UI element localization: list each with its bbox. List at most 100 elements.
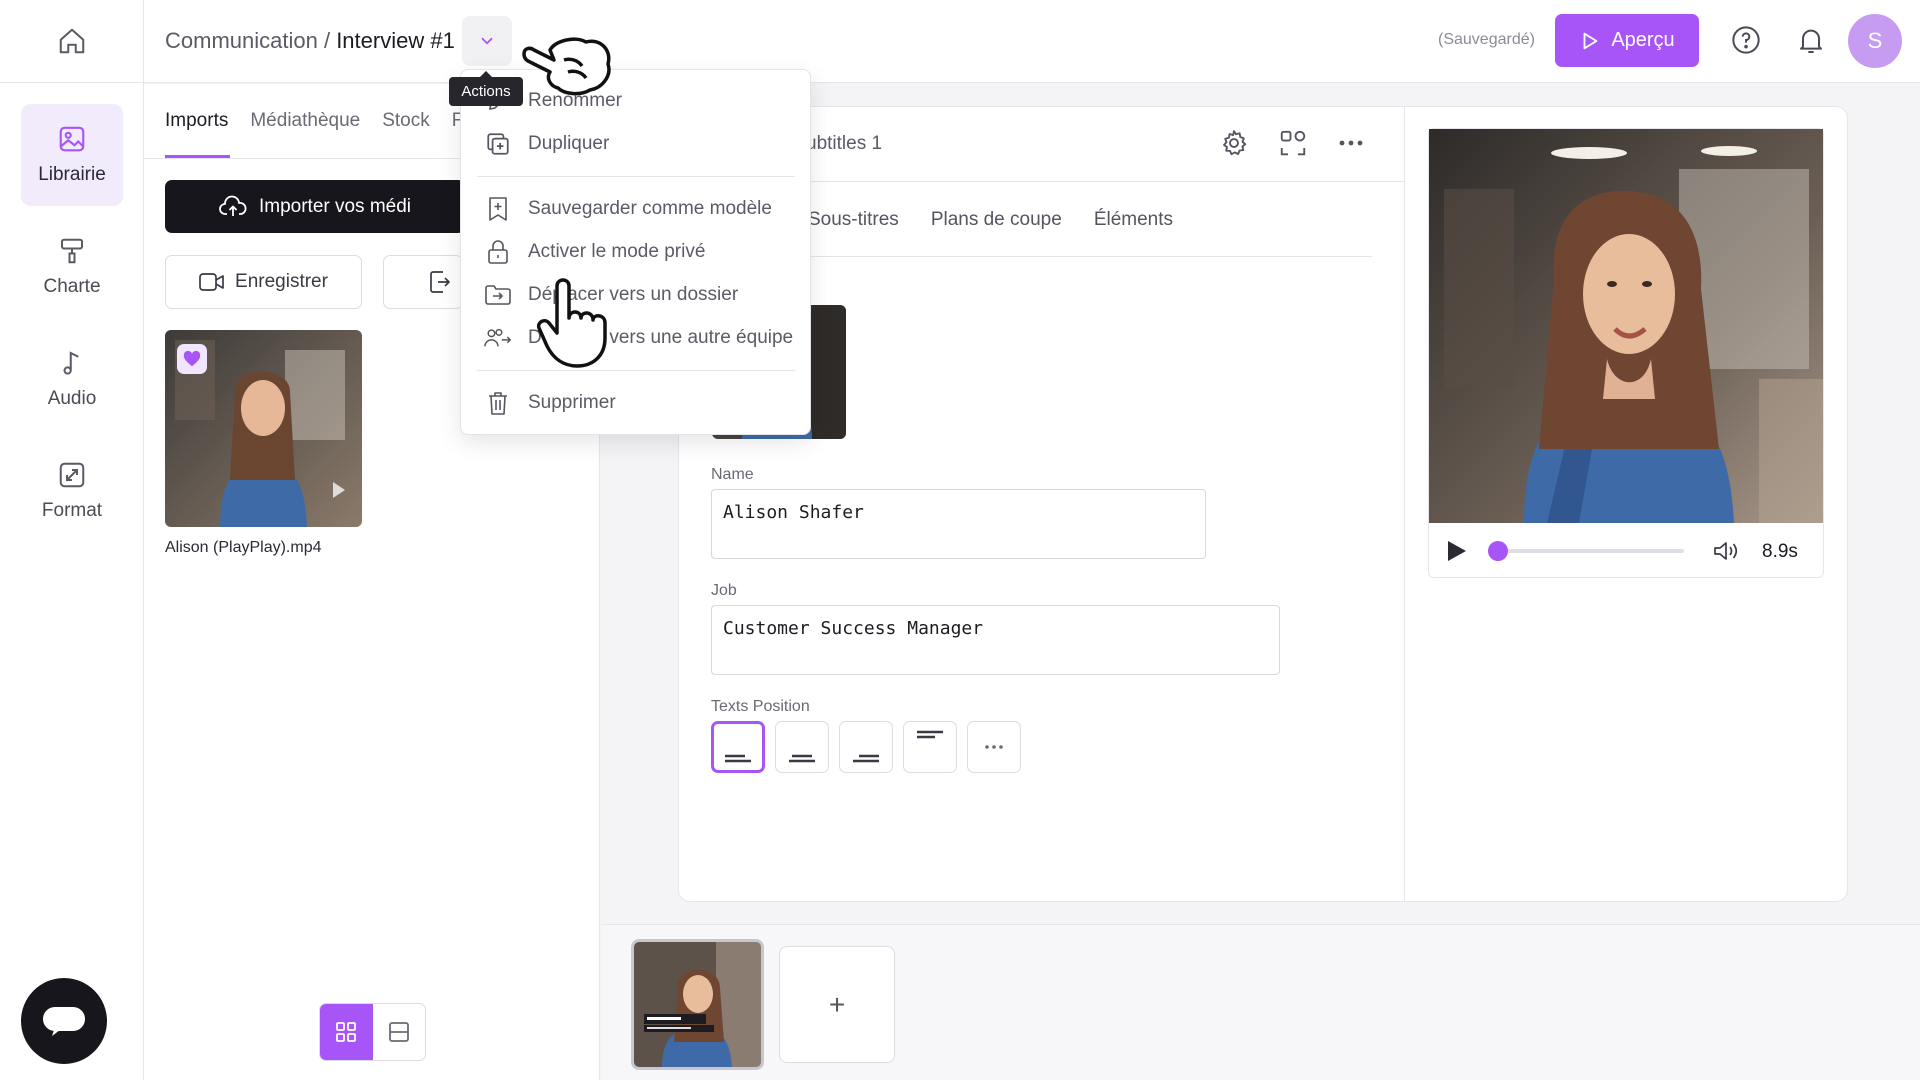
home-icon bbox=[59, 28, 85, 54]
bookmark-add-icon bbox=[484, 195, 512, 223]
menu-item-deplacer-equipe[interactable]: Déplacer vers une autre équipe bbox=[484, 323, 793, 353]
scene-name[interactable]: ubtitles 1 bbox=[806, 133, 882, 155]
layout-button[interactable] bbox=[1276, 126, 1310, 160]
rail-item-charte[interactable]: Charte bbox=[21, 216, 123, 318]
align-top-left-icon bbox=[917, 730, 943, 739]
position-bottom-center-button[interactable] bbox=[775, 721, 829, 773]
paint-roller-icon bbox=[61, 238, 83, 264]
menu-item-deplacer-dossier[interactable]: Déplacer vers un dossier bbox=[484, 280, 738, 310]
menu-item-dupliquer[interactable]: Dupliquer bbox=[484, 129, 609, 159]
grid-icon bbox=[336, 1022, 357, 1042]
menu-item-label: Déplacer vers une autre équipe bbox=[528, 327, 794, 348]
name-label: Name bbox=[711, 466, 754, 483]
menu-item-label: Sauvegarder comme modèle bbox=[528, 198, 772, 219]
menu-item-label: Renommer bbox=[528, 90, 622, 111]
play-icon bbox=[1448, 541, 1466, 561]
user-avatar[interactable]: S bbox=[1848, 14, 1902, 68]
video-frame-image bbox=[1429, 129, 1823, 523]
screen-share-button[interactable] bbox=[383, 255, 463, 309]
rail-item-format[interactable]: Format bbox=[21, 440, 123, 542]
chat-support-button[interactable] bbox=[21, 978, 107, 1064]
job-field[interactable]: Customer Success Manager bbox=[711, 605, 1280, 675]
more-horizontal-icon bbox=[1339, 140, 1363, 146]
image-icon bbox=[59, 126, 85, 152]
import-media-button[interactable]: Importer vos médi bbox=[165, 180, 465, 233]
align-bottom-center-icon bbox=[789, 754, 815, 763]
tab-elements[interactable]: Éléments bbox=[1094, 209, 1173, 231]
lock-icon bbox=[484, 238, 512, 266]
tab-sous-titres[interactable]: Sous-titres bbox=[808, 209, 899, 231]
chat-bubble-icon bbox=[43, 1007, 85, 1036]
favorite-badge[interactable] bbox=[177, 344, 207, 374]
chevron-down-icon bbox=[481, 37, 493, 45]
tab-plans-de-coupe[interactable]: Plans de coupe bbox=[931, 209, 1062, 231]
bell-icon bbox=[1800, 29, 1822, 53]
breadcrumb-current[interactable]: Interview #1 bbox=[336, 28, 455, 53]
rail-item-audio[interactable]: Audio bbox=[21, 328, 123, 430]
actions-tooltip: Actions bbox=[449, 71, 523, 106]
position-bottom-left-button[interactable] bbox=[711, 721, 765, 773]
breadcrumb-separator: / bbox=[317, 28, 337, 53]
heart-icon bbox=[183, 351, 201, 367]
timeline-scene-image bbox=[634, 942, 761, 1067]
trash-icon bbox=[484, 389, 512, 417]
menu-item-label: Activer le mode privé bbox=[528, 241, 706, 262]
tab-imports[interactable]: Imports bbox=[165, 110, 228, 132]
menu-item-label: Dupliquer bbox=[528, 133, 610, 154]
rail-item-librairie[interactable]: Librairie bbox=[21, 104, 123, 206]
grid-view-button[interactable] bbox=[320, 1004, 373, 1060]
preview-button[interactable]: Aperçu bbox=[1555, 14, 1699, 67]
rail-item-label: Librairie bbox=[38, 164, 106, 185]
volume-button[interactable] bbox=[1713, 539, 1741, 563]
name-field[interactable]: Alison Shafer bbox=[711, 489, 1206, 559]
editor-divider bbox=[1404, 106, 1405, 902]
video-frame[interactable] bbox=[1429, 129, 1823, 523]
menu-separator bbox=[477, 370, 795, 371]
move-to-folder-icon bbox=[484, 281, 512, 309]
rail-item-label: Format bbox=[41, 500, 103, 521]
breadcrumb-parent[interactable]: Communication bbox=[165, 28, 318, 53]
position-bottom-right-button[interactable] bbox=[839, 721, 893, 773]
menu-item-supprimer[interactable]: Supprimer bbox=[484, 388, 616, 418]
export-icon bbox=[430, 271, 450, 293]
tab-stock[interactable]: Stock bbox=[382, 110, 430, 132]
position-top-left-button[interactable] bbox=[903, 721, 957, 773]
add-scene-button[interactable]: + bbox=[779, 946, 895, 1063]
menu-item-sauvegarder-modele[interactable]: Sauvegarder comme modèle bbox=[484, 194, 772, 224]
editor-subtabs: Sous-titres Plans de coupe Éléments bbox=[808, 209, 1173, 231]
texts-position-label: Texts Position bbox=[711, 698, 810, 715]
music-note-icon bbox=[63, 351, 79, 375]
actions-dropdown-button[interactable] bbox=[462, 16, 512, 66]
library-tabs: Imports Médiathèque Stock F bbox=[165, 110, 463, 132]
align-bottom-right-icon bbox=[853, 754, 879, 763]
timeline-scene-thumbnail[interactable] bbox=[631, 939, 764, 1070]
video-camera-icon bbox=[199, 273, 224, 291]
menu-item-label: Supprimer bbox=[528, 392, 616, 413]
view-toggle bbox=[319, 1003, 426, 1061]
help-button[interactable] bbox=[1730, 24, 1762, 56]
list-view-button[interactable] bbox=[373, 1004, 426, 1060]
record-button-label: Enregistrer bbox=[235, 271, 328, 292]
align-bottom-left-icon bbox=[725, 754, 751, 763]
seek-handle[interactable] bbox=[1487, 541, 1508, 561]
notifications-button[interactable] bbox=[1795, 24, 1827, 56]
position-more-button[interactable] bbox=[967, 721, 1021, 773]
play-button[interactable] bbox=[1446, 539, 1468, 563]
layout-icon bbox=[1280, 130, 1306, 156]
record-button[interactable]: Enregistrer bbox=[165, 255, 362, 309]
menu-separator bbox=[477, 176, 795, 177]
move-to-team-icon bbox=[484, 324, 512, 352]
more-options-button[interactable] bbox=[1334, 126, 1368, 160]
seek-bar[interactable] bbox=[1488, 549, 1684, 553]
media-filename: Alison (PlayPlay).mp4 bbox=[165, 539, 322, 556]
menu-item-mode-prive[interactable]: Activer le mode privé bbox=[484, 237, 705, 267]
speaker-icon bbox=[1714, 542, 1738, 560]
home-button[interactable] bbox=[0, 0, 144, 83]
video-duration: 8.9s bbox=[1762, 541, 1798, 562]
resize-icon bbox=[59, 462, 85, 488]
tab-mediatheque[interactable]: Médiathèque bbox=[250, 110, 360, 132]
duplicate-icon bbox=[484, 130, 512, 158]
gear-icon bbox=[1223, 130, 1247, 156]
help-icon bbox=[1732, 26, 1760, 54]
scene-settings-button[interactable] bbox=[1217, 126, 1251, 160]
